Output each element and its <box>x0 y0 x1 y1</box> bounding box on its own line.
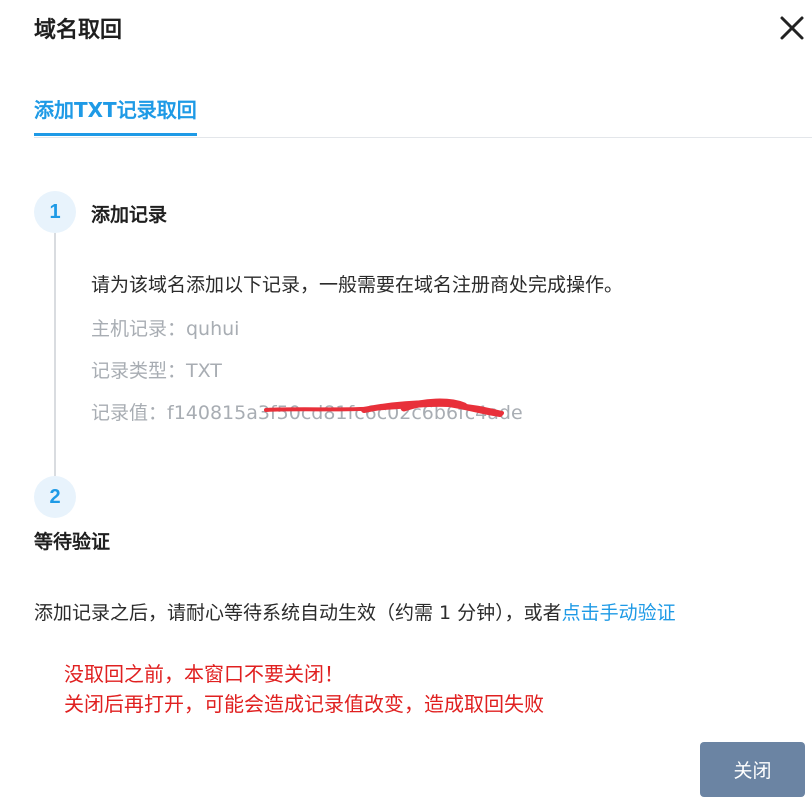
manual-verify-link[interactable]: 点击手动验证 <box>562 602 676 624</box>
warning-line-2: 关闭后再打开，可能会造成记录值改变，造成取回失败 <box>64 692 544 716</box>
record-type: 记录类型：TXT <box>91 360 222 382</box>
close-icon[interactable] <box>776 12 808 44</box>
wait-text: 添加记录之后，请耐心等待系统自动生效（约需 1 分钟），或者 <box>34 602 562 624</box>
tab-divider <box>34 137 812 138</box>
step-1-number: 1 <box>34 191 76 233</box>
step-1-title: 添加记录 <box>91 204 168 226</box>
step-2-title: 等待验证 <box>34 531 111 553</box>
warning-line-1: 没取回之前，本窗口不要关闭！ <box>64 662 344 686</box>
close-button[interactable]: 关闭 <box>700 742 805 797</box>
redaction-scribble <box>264 398 504 417</box>
step-2-number: 2 <box>34 476 76 518</box>
host-record: 主机记录：quhui <box>91 318 240 340</box>
tab-add-txt-record[interactable]: 添加TXT记录取回 <box>34 94 197 136</box>
wait-instructions: 添加记录之后，请耐心等待系统自动生效（约需 1 分钟），或者点击手动验证 <box>34 598 676 625</box>
step-connector-line <box>54 233 56 476</box>
step-1-description: 请为该域名添加以下记录，一般需要在域名注册商处完成操作。 <box>91 274 624 296</box>
dialog-title: 域名取回 <box>34 18 123 43</box>
